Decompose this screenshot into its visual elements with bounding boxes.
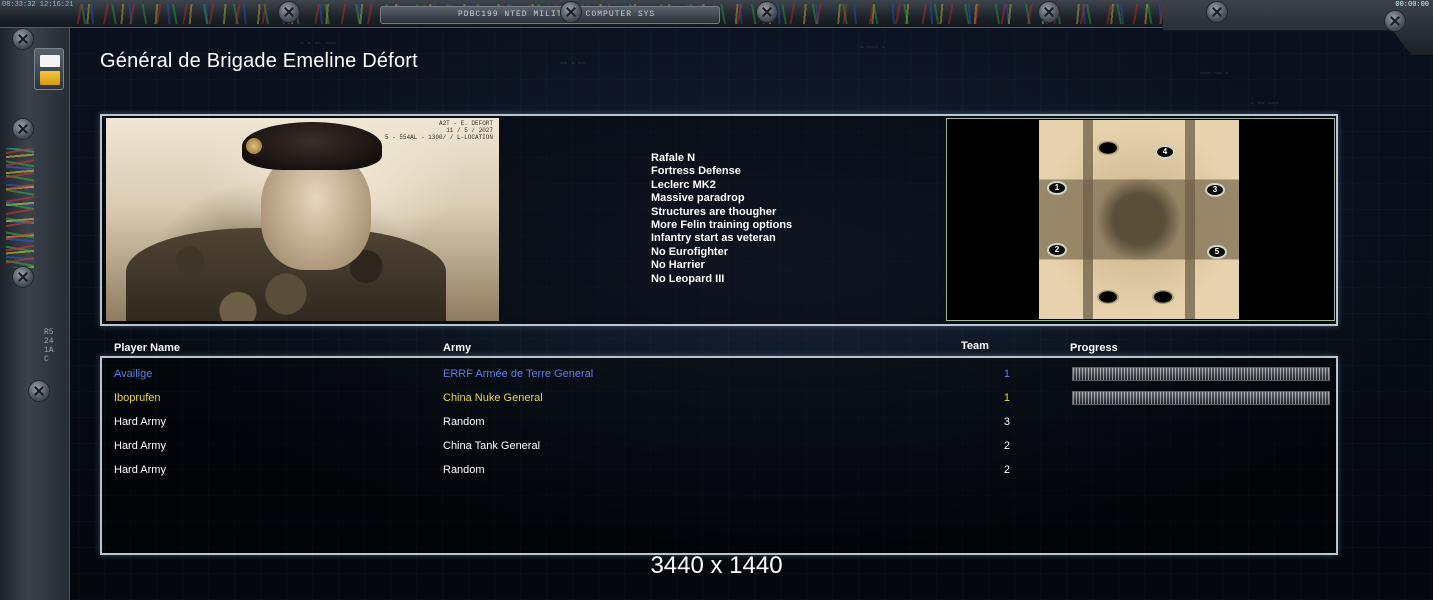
start-position-2: 2 [1047,243,1067,257]
player-name: Hard Army [114,440,166,452]
left-rail: R5241AC [0,28,70,600]
player-army: ERRF Armée de Terre General [443,368,594,380]
rule-item: No Harrier [651,259,705,272]
player-army: China Nuke General [443,392,543,404]
table-row: Iboprufen China Nuke General 1 [102,387,1335,411]
player-name: Hard Army [114,464,166,476]
rule-item: No Leopard III [651,272,725,285]
bg-scribble: ~ ~~ ~~~ [1250,100,1279,107]
oil-derrick-spot [1097,290,1119,304]
progress-fill [1073,368,1329,380]
table-row: Availige ERRF Armée de Terre General 1 [102,363,1335,387]
load-progress-bar [1072,367,1330,381]
player-name: Availige [114,368,153,380]
portrait-stamp: A2T - E. DEFORT 11 / 5 / 2027 5 - 554AL … [384,120,493,141]
screw-icon [1206,1,1228,23]
start-position-3: 3 [1205,183,1225,197]
clock-left: 08:33:32 12:16:21 [2,1,74,9]
load-progress-bar [1072,391,1330,405]
system-title: PDBC199 NTED MILITARY COMPUTER SYS [458,10,656,19]
beret-badge-icon [246,138,262,154]
rule-item: More Felin training options [651,219,793,232]
header-progress: Progress [1070,342,1118,354]
table-row: Hard Army Random 2 [102,459,1335,483]
start-position-1: 1 [1047,181,1067,195]
screw-icon [1384,10,1406,32]
header-player-name: Player Name [114,342,181,354]
progress-fill [1073,392,1329,404]
bg-scribble: ~ ~ ~~ ~~~ [300,40,337,47]
oil-derrick-spot [1097,141,1119,155]
header-army: Army [443,342,472,354]
screw-icon [756,1,778,23]
map-terrain [1039,120,1239,319]
map-preview: 1 2 3 4 5 [946,118,1335,321]
screw-icon [1038,1,1060,23]
folder-icon [40,71,60,85]
bg-scribble: ~~~ ~~ ~ [1200,70,1229,77]
player-name: Hard Army [114,416,166,428]
table-row: Hard Army Random 3 [102,411,1335,435]
rule-item: Rafale N [651,152,696,164]
general-portrait: A2T - E. DEFORT 11 / 5 / 2027 5 - 554AL … [106,118,499,321]
general-rules-list: Rafale N Fortress Defense Leclerc MK2 Ma… [651,152,792,286]
document-icon [40,55,60,67]
screw-icon [12,118,34,140]
screw-icon [560,1,582,23]
portrait-beret [242,122,382,170]
table-row: Hard Army China Tank General 2 [102,435,1335,459]
rail-label: R5241AC [44,328,54,364]
player-team: 2 [1003,464,1010,476]
screw-icon [28,380,50,402]
player-team: 1 [1003,392,1010,404]
player-army: China Tank General [443,440,541,452]
screw-icon [12,266,34,288]
rule-item: Fortress Defense [651,165,741,178]
start-position-4: 4 [1155,145,1175,159]
rule-item: Infantry start as veteran [651,232,776,245]
bg-scribble: ~ ~~~ ~ [860,44,886,51]
resolution-label: 3440 x 1440 [650,552,783,579]
rule-item: Massive paradrop [651,192,745,205]
rule-item: Leclerc MK2 [651,178,716,191]
player-army: Random [443,416,485,428]
screw-icon [12,28,34,50]
player-team: 2 [1003,440,1010,452]
general-name: Général de Brigade Emeline Défort [100,50,418,72]
clock-right: 00:00:00 [1395,1,1429,9]
player-name: Iboprufen [114,392,161,404]
player-army: Random [443,464,485,476]
rail-cables [6,148,34,268]
oil-derrick-spot [1152,290,1174,304]
player-team: 3 [1003,416,1010,428]
start-position-5: 5 [1207,245,1227,259]
folder-button[interactable] [34,48,64,90]
player-team: 1 [1003,368,1010,380]
screw-icon [278,1,300,23]
player-table: Availige ERRF Armée de Terre General 1 I… [100,356,1338,555]
bg-scribble: ~~ ~ ~~ [560,60,586,67]
rule-item: No Eurofighter [651,245,728,258]
header-team: Team [961,340,989,352]
rule-item: Structures are thougher [651,205,777,218]
